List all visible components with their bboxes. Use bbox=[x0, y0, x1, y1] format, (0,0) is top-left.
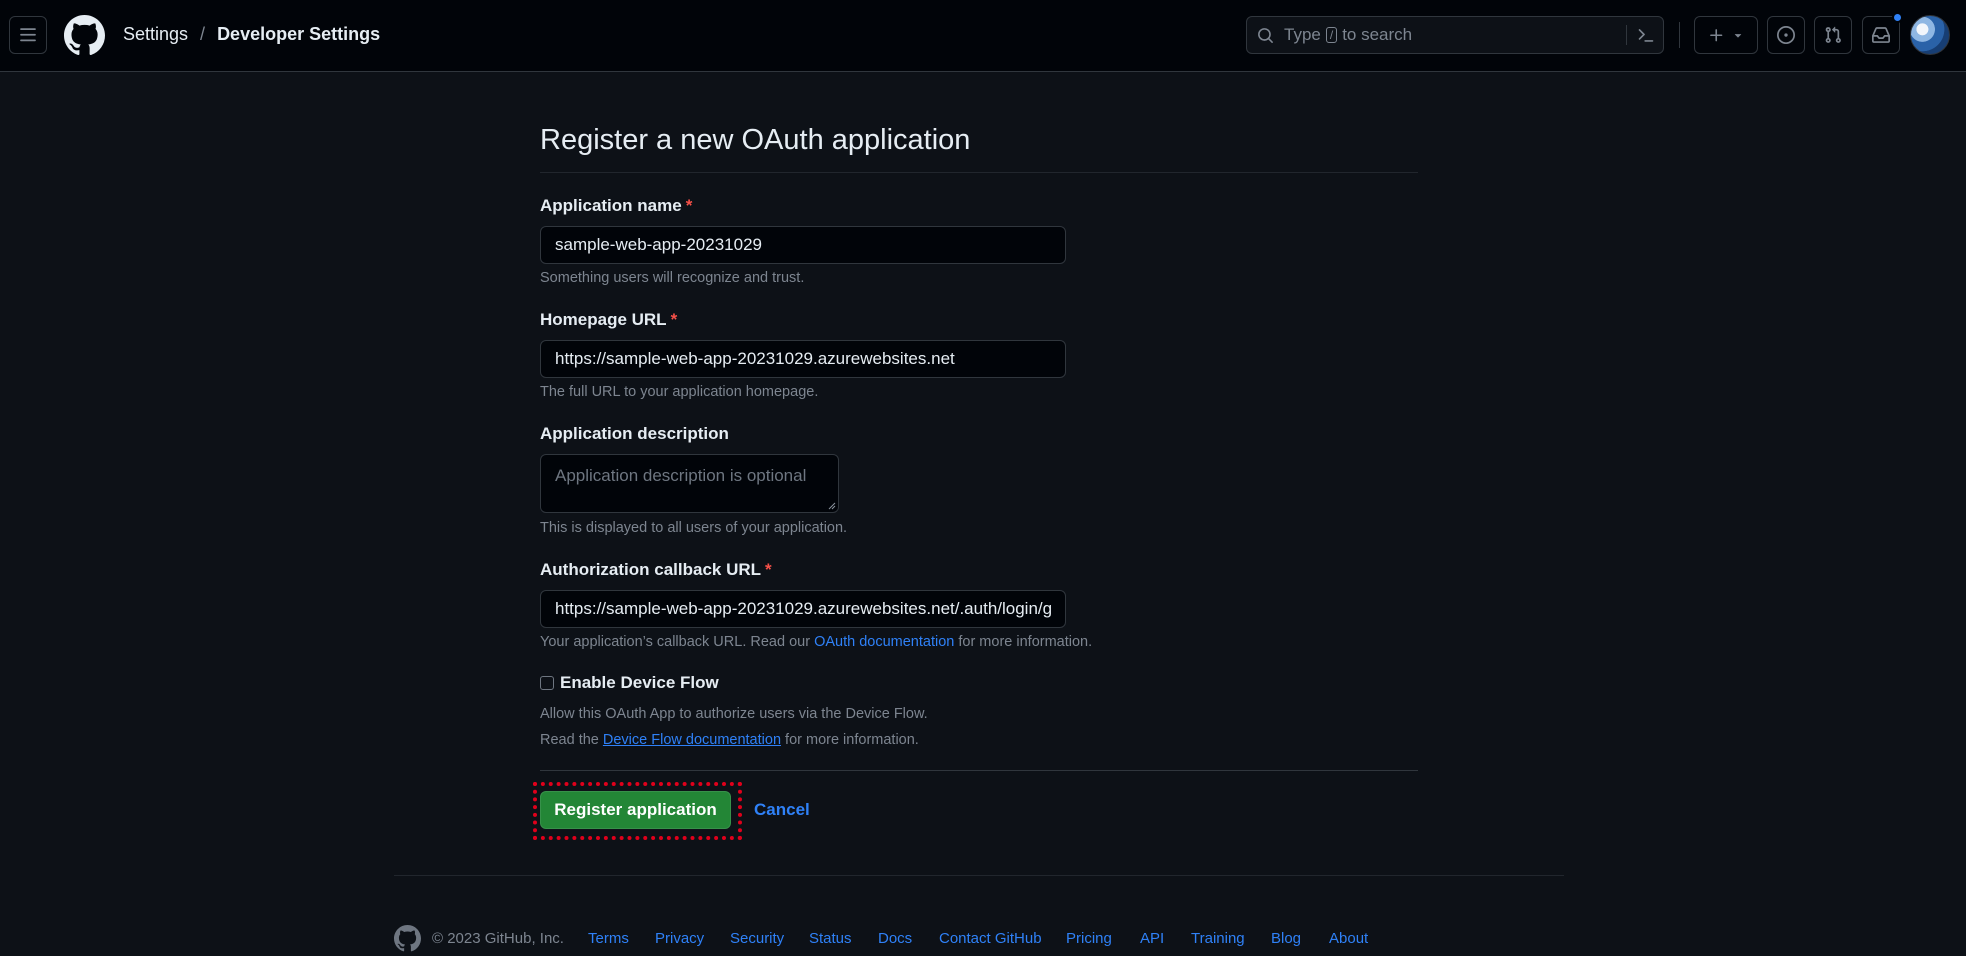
application-name-note: Something users will recognize and trust… bbox=[540, 270, 805, 286]
menu-icon bbox=[20, 28, 36, 42]
callback-url-note-prefix: Your application’s callback URL. Read ou… bbox=[540, 634, 811, 650]
search-shortcut-key: / bbox=[1325, 27, 1338, 43]
device-flow-note: Allow this OAuth App to authorize users … bbox=[540, 706, 928, 722]
footer-link-docs[interactable]: Docs bbox=[878, 930, 912, 947]
callback-url-input[interactable]: https://sample-web-app-20231029.azureweb… bbox=[540, 590, 1066, 628]
header-divider bbox=[1679, 22, 1680, 48]
search-icon bbox=[1257, 27, 1274, 44]
enable-device-flow-label[interactable]: Enable Device Flow bbox=[560, 673, 719, 693]
issues-button[interactable] bbox=[1767, 16, 1805, 54]
search-placeholder-prefix: Type bbox=[1284, 25, 1321, 44]
search-placeholder-suffix: to search bbox=[1342, 25, 1413, 44]
device-flow-doc-note: Read the Device Flow documentation for m… bbox=[540, 732, 919, 748]
github-footer-logo-icon[interactable] bbox=[394, 925, 421, 952]
footer-link-blog[interactable]: Blog bbox=[1271, 930, 1301, 947]
homepage-url-note: The full URL to your application homepag… bbox=[540, 384, 819, 400]
callback-url-note: Your application’s callback URL. Read ou… bbox=[540, 634, 1092, 650]
title-divider bbox=[540, 172, 1418, 173]
create-new-button[interactable] bbox=[1694, 16, 1758, 54]
notification-indicator bbox=[1892, 12, 1903, 23]
register-application-button[interactable]: Register application bbox=[540, 791, 731, 829]
pull-requests-button[interactable] bbox=[1814, 16, 1852, 54]
breadcrumb-separator: / bbox=[200, 24, 206, 44]
footer-link-privacy[interactable]: Privacy bbox=[655, 930, 704, 947]
enable-device-flow-checkbox[interactable] bbox=[540, 676, 554, 690]
oauth-documentation-link[interactable]: OAuth documentation bbox=[814, 634, 954, 650]
application-description-note: This is displayed to all users of your a… bbox=[540, 520, 848, 536]
callback-url-label-text: Authorization callback URL bbox=[540, 560, 762, 579]
menu-button[interactable] bbox=[9, 16, 47, 54]
homepage-url-label-text: Homepage URL bbox=[540, 310, 667, 329]
device-flow-doc-note-suffix: for more information. bbox=[785, 732, 919, 748]
cancel-link[interactable]: Cancel bbox=[754, 800, 810, 820]
device-flow-doc-note-prefix: Read the bbox=[540, 732, 599, 748]
issue-opened-icon bbox=[1777, 26, 1795, 44]
application-name-label: Application name * bbox=[540, 196, 692, 216]
application-name-input[interactable]: sample-web-app-20231029 bbox=[540, 226, 1066, 264]
footer-link-pricing[interactable]: Pricing bbox=[1066, 930, 1112, 947]
application-description-textarea[interactable]: Application description is optional bbox=[540, 454, 839, 513]
application-description-label: Application description bbox=[540, 424, 729, 443]
required-marker: * bbox=[670, 310, 678, 329]
search-input[interactable]: Type / to search bbox=[1246, 16, 1664, 54]
form-divider bbox=[540, 770, 1418, 771]
footer-divider bbox=[394, 875, 1564, 876]
footer-link-status[interactable]: Status bbox=[809, 930, 852, 947]
plus-icon bbox=[1709, 28, 1722, 41]
required-marker: * bbox=[765, 560, 772, 579]
footer-link-contact-github[interactable]: Contact GitHub bbox=[939, 930, 1042, 947]
required-marker: * bbox=[685, 196, 693, 215]
inbox-icon bbox=[1872, 27, 1890, 43]
breadcrumb-settings[interactable]: Settings bbox=[123, 24, 188, 45]
user-avatar[interactable] bbox=[1910, 15, 1950, 55]
footer-link-training[interactable]: Training bbox=[1191, 930, 1245, 947]
global-header: Settings / Developer Settings Type / to … bbox=[0, 0, 1966, 72]
search-divider bbox=[1626, 25, 1627, 45]
footer-link-terms[interactable]: Terms bbox=[588, 930, 629, 947]
footer-link-security[interactable]: Security bbox=[730, 930, 784, 947]
application-description-placeholder: Application description is optional bbox=[555, 466, 807, 485]
git-pull-request-icon bbox=[1825, 26, 1841, 43]
homepage-url-label: Homepage URL * bbox=[540, 310, 677, 330]
command-palette-icon[interactable] bbox=[1637, 26, 1655, 44]
application-name-label-text: Application name bbox=[540, 196, 682, 215]
homepage-url-input[interactable]: https://sample-web-app-20231029.azureweb… bbox=[540, 340, 1066, 378]
device-flow-documentation-link[interactable]: Device Flow documentation bbox=[603, 732, 781, 748]
github-logo-icon[interactable] bbox=[64, 15, 105, 56]
callback-url-label: Authorization callback URL * bbox=[540, 560, 772, 580]
breadcrumb-developer-settings[interactable]: Developer Settings bbox=[217, 24, 380, 45]
footer-link-about[interactable]: About bbox=[1329, 930, 1368, 947]
resize-grip-icon[interactable] bbox=[828, 502, 836, 510]
callback-url-note-suffix: for more information. bbox=[958, 634, 1093, 650]
page-title: Register a new OAuth application bbox=[540, 124, 971, 156]
footer-link-api[interactable]: API bbox=[1140, 930, 1164, 947]
triangle-down-icon bbox=[1734, 34, 1741, 38]
copyright-text: © 2023 GitHub, Inc. bbox=[432, 930, 564, 947]
breadcrumb: Settings / Developer Settings bbox=[123, 24, 380, 45]
